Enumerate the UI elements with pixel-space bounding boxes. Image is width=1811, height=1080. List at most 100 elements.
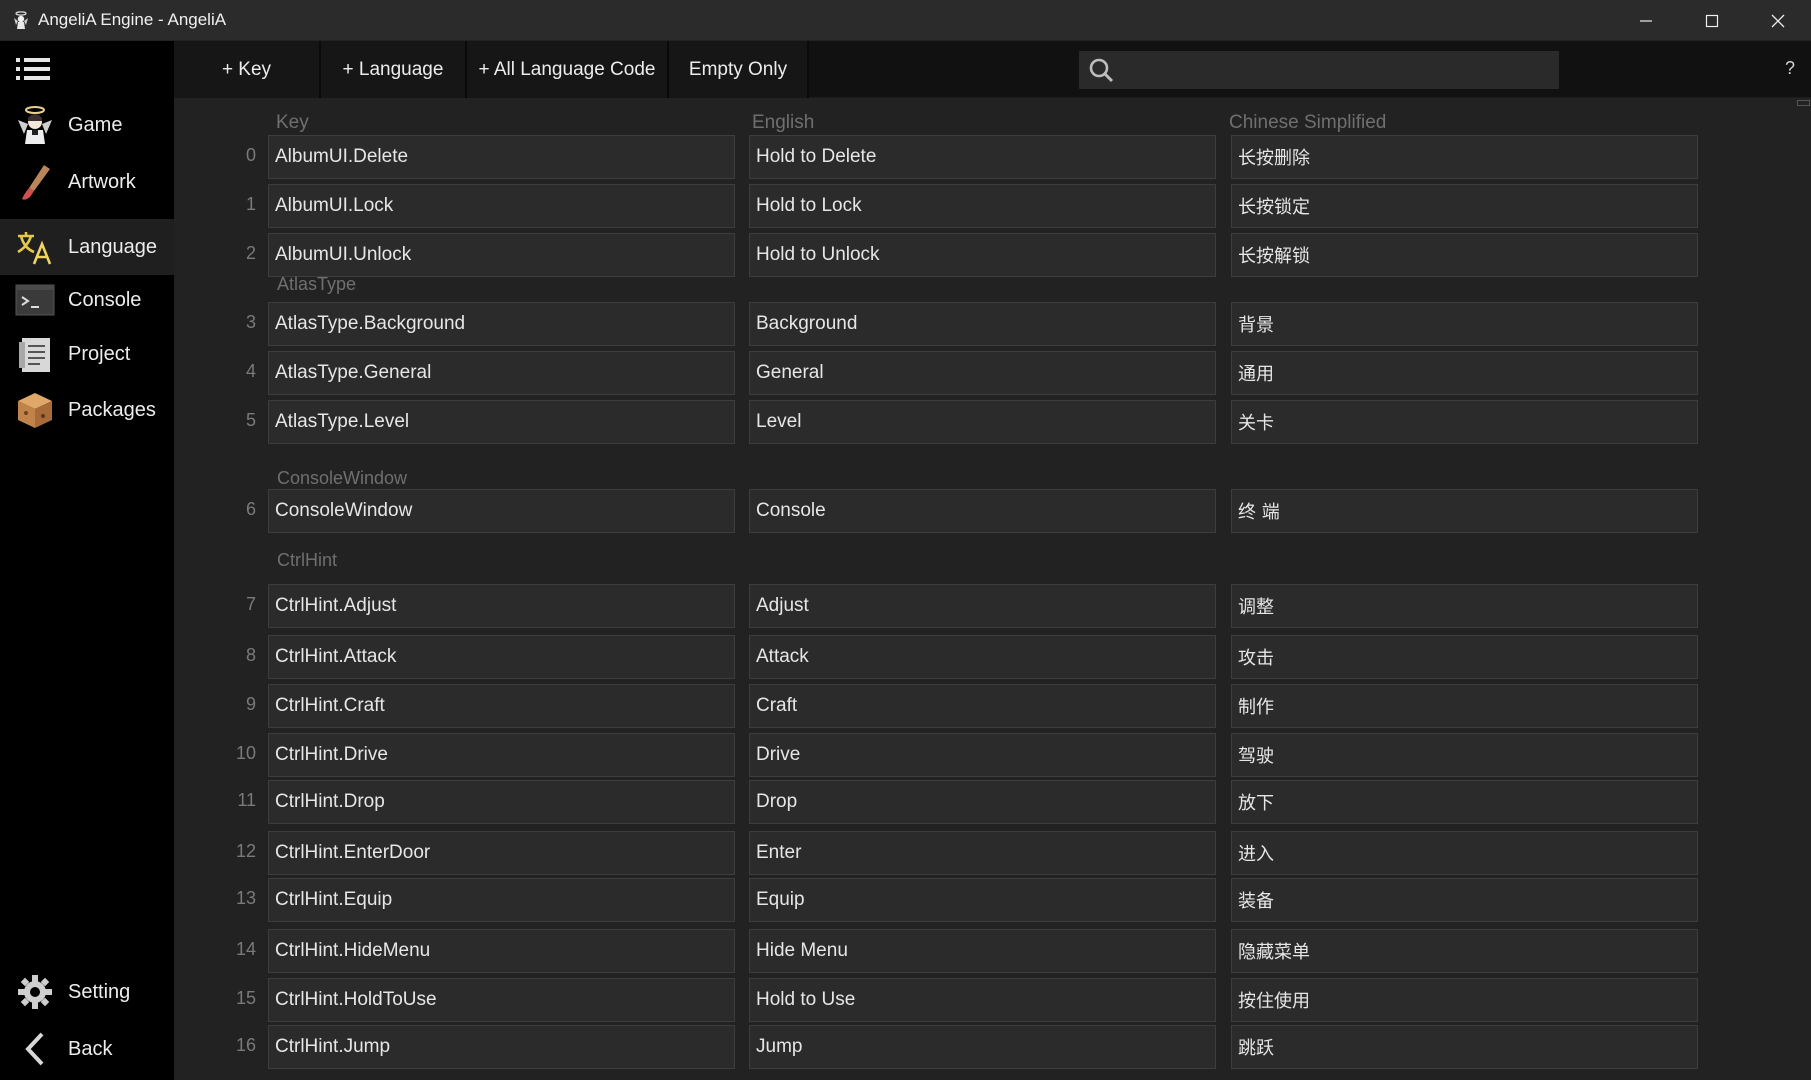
english-field[interactable]: Level [749,400,1216,444]
chinese-field[interactable]: 终 端 [1231,489,1698,533]
menu-toggle-button[interactable] [14,53,54,87]
sidebar-item-console[interactable]: Console [0,272,174,328]
key-field[interactable]: CtrlHint.Jump [268,1025,735,1069]
key-field[interactable]: CtrlHint.Equip [268,878,735,922]
chinese-field[interactable]: 关卡 [1231,400,1698,444]
search-box[interactable] [1079,51,1559,89]
back-button[interactable]: Back [0,1021,174,1077]
english-field[interactable]: Jump [749,1025,1216,1069]
chinese-field[interactable]: 驾驶 [1231,733,1698,777]
english-field[interactable]: Adjust [749,584,1216,628]
close-icon [1771,14,1785,27]
key-field[interactable]: AtlasType.Level [268,400,735,444]
english-field[interactable]: Drive [749,733,1216,777]
row-index: 0 [245,145,256,165]
key-field[interactable]: AlbumUI.Unlock [268,233,735,277]
add-all-language-code-button[interactable]: + All Language Code [467,41,667,98]
minimize-button[interactable] [1613,0,1679,41]
english-field[interactable]: Enter [749,831,1216,875]
key-field[interactable]: CtrlHint.HideMenu [268,929,735,973]
chinese-field[interactable]: 进入 [1231,831,1698,875]
table-row: 7 CtrlHint.Adjust Adjust 调整 [174,584,1796,628]
english-field[interactable]: Attack [749,635,1216,679]
english-field[interactable]: Hold to Lock [749,184,1216,228]
chinese-field[interactable]: 通用 [1231,351,1698,395]
maximize-button[interactable] [1679,0,1745,41]
search-input[interactable] [1123,51,1553,89]
group-label: AtlasType [277,274,357,294]
scrollbar-thumb[interactable] [1797,100,1810,106]
chinese-field[interactable]: 放下 [1231,780,1698,824]
chinese-field[interactable]: 按住使用 [1231,978,1698,1022]
key-field[interactable]: AlbumUI.Delete [268,135,735,179]
angel-character-icon [13,103,57,147]
table-row: 12 CtrlHint.EnterDoor Enter 进入 [174,831,1796,875]
key-field[interactable]: CtrlHint.Drop [268,780,735,824]
chinese-field[interactable]: 长按解锁 [1231,233,1698,277]
gear-icon [13,970,57,1014]
package-box-icon [13,388,57,432]
key-field[interactable]: CtrlHint.Adjust [268,584,735,628]
empty-only-toggle[interactable]: Empty Only [669,41,807,98]
key-field[interactable]: AlbumUI.Lock [268,184,735,228]
row-index: 7 [245,594,256,614]
sidebar-item-project[interactable]: Project [0,326,174,382]
close-button[interactable] [1745,0,1811,41]
row-index: 4 [245,361,256,381]
chinese-field[interactable]: 跳跃 [1231,1025,1698,1069]
sidebar-item-game[interactable]: Game [0,97,174,153]
key-field[interactable]: ConsoleWindow [268,489,735,533]
maximize-icon [1705,14,1719,27]
add-key-button[interactable]: + Key [174,41,319,98]
chevron-left-icon [13,1027,57,1071]
terminal-icon [13,278,57,322]
key-field[interactable]: CtrlHint.Craft [268,684,735,728]
table-row: 8 CtrlHint.Attack Attack 攻击 [174,635,1796,679]
chinese-field[interactable]: 隐藏菜单 [1231,929,1698,973]
chinese-field[interactable]: 制作 [1231,684,1698,728]
key-field[interactable]: AtlasType.General [268,351,735,395]
key-field[interactable]: AtlasType.Background [268,302,735,346]
english-field[interactable]: Hold to Delete [749,135,1216,179]
english-field[interactable]: Hold to Use [749,978,1216,1022]
chinese-field[interactable]: 长按删除 [1231,135,1698,179]
sidebar-item-language[interactable]: Language [0,219,174,275]
chinese-field[interactable]: 装备 [1231,878,1698,922]
table-row: 1 AlbumUI.Lock Hold to Lock 长按锁定 [174,184,1796,228]
table-row: 9 CtrlHint.Craft Craft 制作 [174,684,1796,728]
table-row: 13 CtrlHint.Equip Equip 装备 [174,878,1796,922]
english-field[interactable]: Console [749,489,1216,533]
chinese-field[interactable]: 背景 [1231,302,1698,346]
window-title: AngeliA Engine - AngeliA [38,10,227,29]
column-header-chinese: Chinese Simplified [1229,112,1387,133]
english-field[interactable]: Equip [749,878,1216,922]
row-index: 8 [245,645,256,665]
sidebar-item-label: Game [68,113,123,136]
table-row: 11 CtrlHint.Drop Drop 放下 [174,780,1796,824]
table-row: 0 AlbumUI.Delete Hold to Delete 长按删除 [174,135,1796,179]
row-index: 11 [237,790,256,810]
sidebar-item-packages[interactable]: Packages [0,382,174,438]
add-language-button[interactable]: + Language [321,41,465,98]
english-field[interactable]: Background [749,302,1216,346]
help-button[interactable]: ? [1785,58,1795,79]
english-field[interactable]: Hide Menu [749,929,1216,973]
table-row: 10 CtrlHint.Drive Drive 驾驶 [174,733,1796,777]
english-field[interactable]: Craft [749,684,1216,728]
row-index: 5 [245,410,256,430]
list-menu-icon [16,58,50,80]
chinese-field[interactable]: 调整 [1231,584,1698,628]
key-field[interactable]: CtrlHint.Drive [268,733,735,777]
sidebar-item-setting[interactable]: Setting [0,964,174,1020]
english-field[interactable]: Drop [749,780,1216,824]
translate-icon [13,225,57,269]
english-field[interactable]: General [749,351,1216,395]
key-field[interactable]: CtrlHint.EnterDoor [268,831,735,875]
chinese-field[interactable]: 攻击 [1231,635,1698,679]
vertical-scrollbar[interactable] [1796,98,1811,1080]
english-field[interactable]: Hold to Unlock [749,233,1216,277]
sidebar-item-artwork[interactable]: Artwork [0,154,174,210]
chinese-field[interactable]: 长按锁定 [1231,184,1698,228]
key-field[interactable]: CtrlHint.Attack [268,635,735,679]
key-field[interactable]: CtrlHint.HoldToUse [268,978,735,1022]
